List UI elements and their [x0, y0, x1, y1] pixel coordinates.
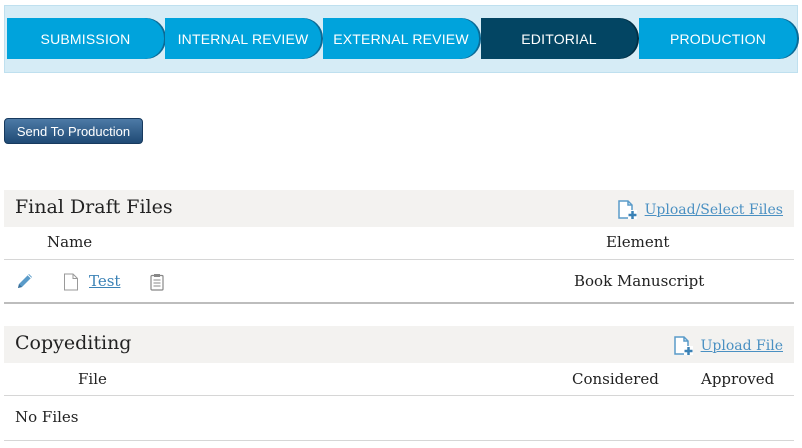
column-header-name: Name	[47, 233, 93, 251]
stage-tab-editorial[interactable]: EDITORIAL	[481, 18, 637, 59]
column-header-approved: Approved	[701, 370, 775, 388]
upload-file-link[interactable]: Upload File	[672, 335, 783, 357]
stage-tab-production[interactable]: PRODUCTION	[639, 18, 797, 59]
add-file-icon	[616, 199, 638, 221]
copyediting-header: Copyediting Upload File	[4, 326, 794, 363]
upload-file-label: Upload File	[700, 338, 783, 354]
copyediting-title: Copyediting	[15, 332, 132, 354]
final-draft-files-header: Final Draft Files Upload/Select Files	[4, 190, 794, 227]
stage-tab-external-review[interactable]: EXTERNAL REVIEW	[323, 18, 479, 59]
upload-select-files-label: Upload/Select Files	[644, 202, 783, 218]
element-value: Book Manuscript	[574, 272, 705, 290]
empty-state-text: No Files	[15, 408, 79, 426]
stage-tab-submission[interactable]: SUBMISSION	[7, 18, 164, 59]
workflow-stages: SUBMISSION INTERNAL REVIEW EXTERNAL REVI…	[4, 5, 798, 73]
stage-tab-internal-review[interactable]: INTERNAL REVIEW	[165, 18, 321, 59]
column-header-considered: Considered	[572, 370, 659, 388]
pencil-icon[interactable]	[14, 270, 36, 292]
divider	[4, 259, 794, 260]
document-icon	[63, 273, 79, 291]
final-draft-files-title: Final Draft Files	[15, 196, 173, 218]
column-header-element: Element	[606, 233, 670, 251]
add-file-icon	[672, 335, 694, 357]
divider	[4, 440, 794, 441]
clipboard-icon[interactable]	[150, 273, 164, 291]
upload-select-files-link[interactable]: Upload/Select Files	[616, 199, 783, 221]
divider	[4, 395, 794, 396]
send-to-production-button[interactable]: Send To Production	[4, 118, 143, 144]
divider	[4, 302, 794, 304]
file-name-link[interactable]: Test	[89, 272, 120, 290]
column-header-file: File	[78, 370, 107, 388]
